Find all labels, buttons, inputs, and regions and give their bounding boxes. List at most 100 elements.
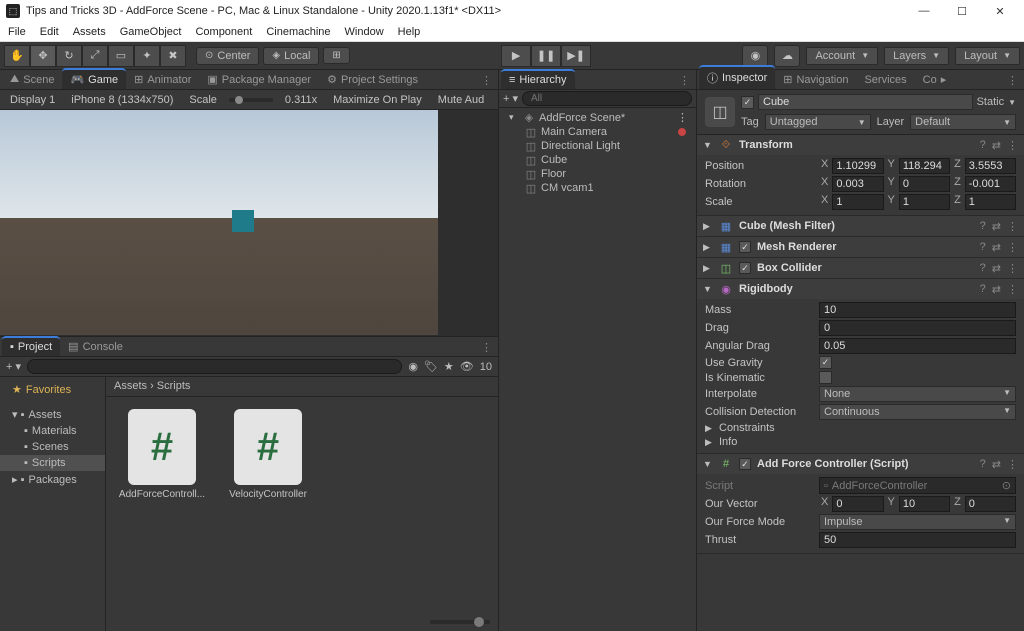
menu-gameobject[interactable]: GameObject bbox=[120, 26, 182, 38]
scale-slider[interactable] bbox=[229, 98, 273, 102]
rigidbody-header[interactable]: ▼◉Rigidbody?⇄⋮ bbox=[697, 279, 1024, 299]
our-vector-z[interactable] bbox=[965, 496, 1016, 512]
transform-tool-icon[interactable]: ✦ bbox=[134, 45, 160, 67]
hierarchy-search-input[interactable] bbox=[522, 91, 692, 106]
tab-project-settings[interactable]: ⚙Project Settings bbox=[319, 70, 426, 89]
project-search-input[interactable] bbox=[27, 359, 402, 374]
breadcrumb[interactable]: Assets › Scripts bbox=[106, 377, 498, 397]
addforce-script-header[interactable]: ▼#✓Add Force Controller (Script)?⇄⋮ bbox=[697, 454, 1024, 474]
mesh-renderer-header[interactable]: ▶▦✓Mesh Renderer?⇄⋮ bbox=[697, 237, 1024, 257]
snap-button[interactable]: ⊞ bbox=[323, 47, 349, 64]
cloud-icon[interactable]: ☁ bbox=[774, 45, 800, 67]
hier-cube[interactable]: ◫Cube bbox=[499, 153, 696, 167]
scene-menu-icon[interactable]: ⋮ bbox=[677, 111, 688, 124]
layers-dropdown[interactable]: Layers▼ bbox=[884, 47, 949, 65]
display-dropdown[interactable]: Display 1 bbox=[6, 93, 59, 107]
custom-tool-icon[interactable]: ✖ bbox=[160, 45, 186, 67]
rotation-x[interactable] bbox=[832, 176, 883, 192]
hier-directional-light[interactable]: ◫Directional Light bbox=[499, 139, 696, 153]
rotation-y[interactable] bbox=[899, 176, 950, 192]
preset-icon[interactable]: ⇄ bbox=[992, 139, 1001, 152]
hierarchy-tab-menu[interactable]: ⋮ bbox=[673, 72, 696, 89]
step-button[interactable]: ▶❚ bbox=[561, 45, 591, 67]
tree-assets[interactable]: ▾ ▪ Assets bbox=[0, 406, 105, 423]
use-gravity-checkbox[interactable]: ✓ bbox=[819, 356, 832, 369]
add-asset-button[interactable]: + ▾ bbox=[6, 360, 21, 373]
collab-icon[interactable]: ◉ bbox=[742, 45, 768, 67]
tree-favorites[interactable]: ★ Favorites bbox=[0, 381, 105, 398]
scale-y[interactable] bbox=[899, 194, 950, 210]
tab-collab[interactable]: Co ▸ bbox=[915, 70, 955, 89]
asset-velocitycontroller[interactable]: # VelocityController bbox=[224, 409, 312, 500]
favorite-filter-icon[interactable]: ★ bbox=[444, 360, 454, 373]
tab-navigation[interactable]: ⊞Navigation bbox=[775, 70, 856, 89]
thrust-field[interactable] bbox=[819, 532, 1016, 548]
menu-edit[interactable]: Edit bbox=[40, 26, 59, 38]
pivot-button[interactable]: ⊙Center bbox=[196, 47, 259, 65]
hand-tool-icon[interactable]: ✋ bbox=[4, 45, 30, 67]
tab-menu-icon[interactable]: ⋮ bbox=[475, 72, 498, 89]
tab-console[interactable]: ▤Console bbox=[60, 337, 131, 356]
help-icon[interactable]: ? bbox=[980, 139, 986, 152]
scale-tool-icon[interactable]: ⤢ bbox=[82, 45, 108, 67]
rotate-tool-icon[interactable]: ↻ bbox=[56, 45, 82, 67]
asset-addforcecontroller[interactable]: # AddForceControll... bbox=[118, 409, 206, 500]
scale-x[interactable] bbox=[832, 194, 883, 210]
hidden-icon[interactable]: 👁 bbox=[460, 360, 474, 373]
move-tool-icon[interactable]: ✥ bbox=[30, 45, 56, 67]
add-object-button[interactable]: + ▾ bbox=[503, 92, 518, 105]
hier-cm-vcam1[interactable]: ◫CM vcam1 bbox=[499, 181, 696, 195]
hier-main-camera[interactable]: ◫Main Camera bbox=[499, 125, 696, 139]
script-ref-field[interactable]: ▫AddForceController⊙ bbox=[819, 477, 1016, 494]
pause-button[interactable]: ❚❚ bbox=[531, 45, 561, 67]
close-button[interactable]: ✕ bbox=[990, 5, 1010, 18]
tree-scenes[interactable]: ▪ Scenes bbox=[0, 439, 105, 455]
mute-toggle[interactable]: Mute Aud bbox=[434, 93, 488, 107]
collision-detection-dropdown[interactable]: Continuous▼ bbox=[819, 404, 1016, 420]
menu-assets[interactable]: Assets bbox=[73, 26, 106, 38]
tab-hierarchy[interactable]: ≡Hierarchy bbox=[501, 69, 575, 89]
tab-animator[interactable]: ⊞Animator bbox=[126, 70, 199, 89]
game-view[interactable] bbox=[0, 110, 498, 336]
drag-field[interactable] bbox=[819, 320, 1016, 336]
layout-dropdown[interactable]: Layout▼ bbox=[955, 47, 1020, 65]
menu-window[interactable]: Window bbox=[345, 26, 384, 38]
maximize-button[interactable]: ☐ bbox=[952, 5, 972, 18]
box-collider-header[interactable]: ▶◫✓Box Collider?⇄⋮ bbox=[697, 258, 1024, 278]
force-mode-dropdown[interactable]: Impulse▼ bbox=[819, 514, 1016, 530]
rotation-z[interactable] bbox=[965, 176, 1016, 192]
our-vector-y[interactable] bbox=[899, 496, 950, 512]
is-kinematic-checkbox[interactable] bbox=[819, 371, 832, 384]
local-button[interactable]: ◈Local bbox=[263, 47, 319, 65]
hier-floor[interactable]: ◫Floor bbox=[499, 167, 696, 181]
menu-component[interactable]: Component bbox=[195, 26, 252, 38]
tree-materials[interactable]: ▪ Materials bbox=[0, 423, 105, 439]
tree-packages[interactable]: ▸ ▪ Packages bbox=[0, 471, 105, 488]
transform-header[interactable]: ▼⟐ Transform ?⇄⋮ bbox=[697, 135, 1024, 155]
icon-size-slider[interactable] bbox=[430, 620, 490, 624]
tab-project[interactable]: ▪Project bbox=[2, 336, 60, 356]
position-y[interactable] bbox=[899, 158, 950, 174]
info-foldout[interactable]: Info bbox=[719, 436, 737, 448]
menu-cinemachine[interactable]: Cinemachine bbox=[266, 26, 330, 38]
angular-drag-field[interactable] bbox=[819, 338, 1016, 354]
menu-file[interactable]: File bbox=[8, 26, 26, 38]
tab-package-manager[interactable]: ▣Package Manager bbox=[199, 70, 319, 89]
scale-z[interactable] bbox=[965, 194, 1016, 210]
tag-dropdown[interactable]: Untagged▼ bbox=[765, 114, 871, 130]
tab-scene[interactable]: ⛰Scene bbox=[2, 70, 62, 89]
constraints-foldout[interactable]: Constraints bbox=[719, 422, 775, 434]
menu-icon[interactable]: ⋮ bbox=[1007, 139, 1018, 152]
mesh-filter-header[interactable]: ▶▦Cube (Mesh Filter)?⇄⋮ bbox=[697, 216, 1024, 236]
project-tab-menu-icon[interactable]: ⋮ bbox=[475, 339, 498, 356]
maximize-toggle[interactable]: Maximize On Play bbox=[329, 93, 426, 107]
mass-field[interactable] bbox=[819, 302, 1016, 318]
hier-scene[interactable]: ▾◈AddForce Scene* ⋮ bbox=[499, 110, 696, 125]
object-name-field[interactable]: Cube bbox=[758, 94, 973, 110]
active-checkbox[interactable]: ✓ bbox=[741, 96, 754, 109]
tag-filter-icon[interactable]: 🏷 bbox=[424, 360, 438, 373]
layer-dropdown[interactable]: Default▼ bbox=[910, 114, 1016, 130]
resolution-dropdown[interactable]: iPhone 8 (1334x750) bbox=[67, 93, 177, 107]
tab-inspector[interactable]: ⓘInspector bbox=[699, 65, 775, 89]
position-x[interactable] bbox=[832, 158, 883, 174]
